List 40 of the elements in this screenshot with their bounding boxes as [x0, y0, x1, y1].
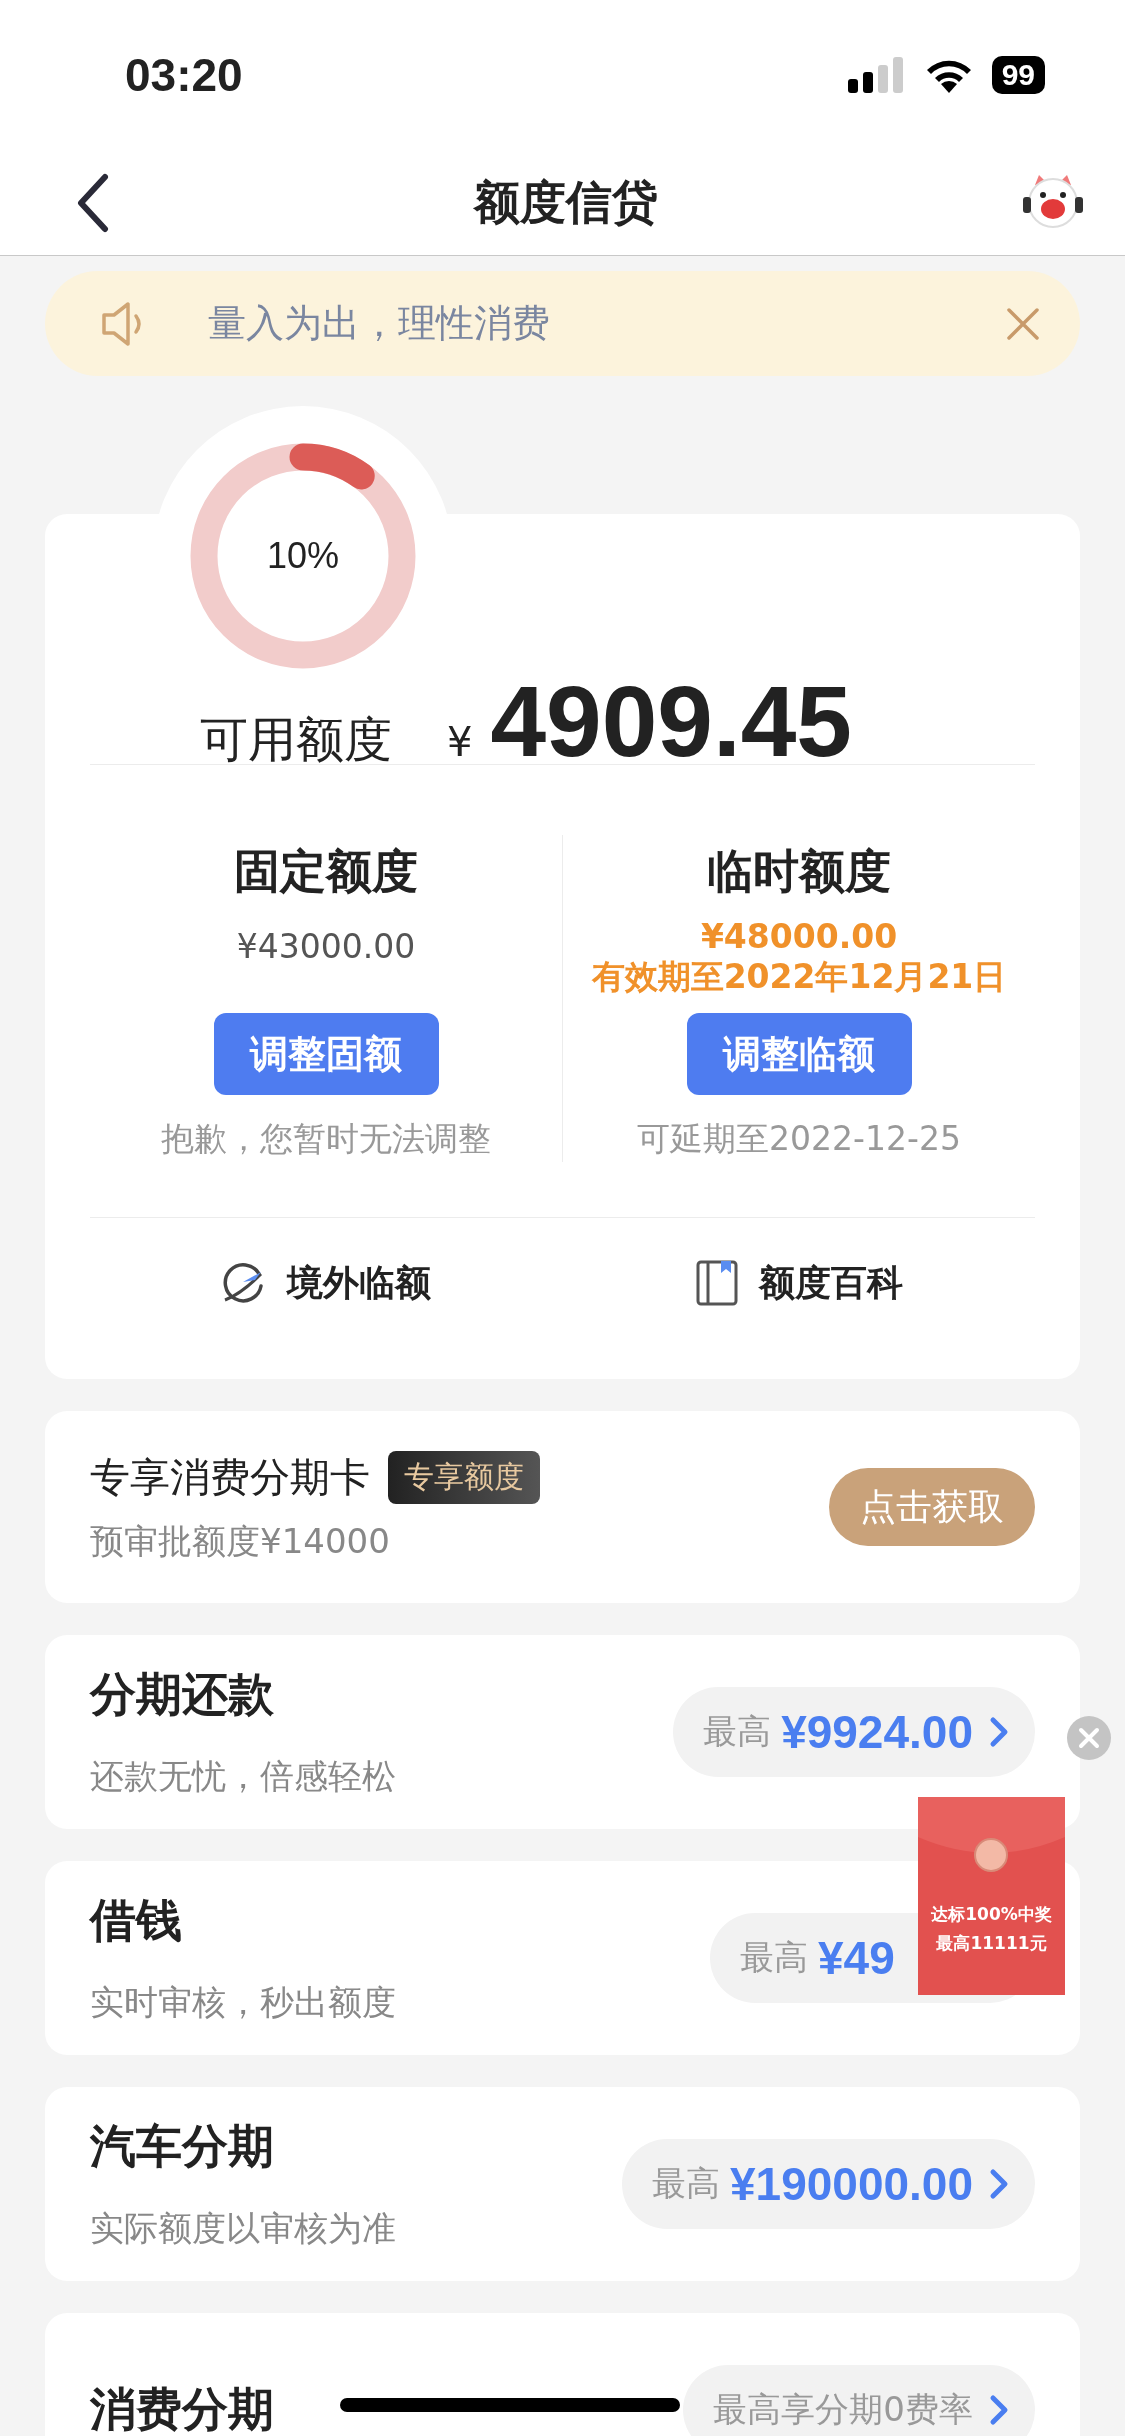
adjust-button[interactable]: 调整临额 — [686, 1013, 912, 1095]
page-title: 额度信贷 — [474, 173, 658, 231]
product-title: 借钱 — [90, 1892, 183, 1949]
available-amount: 4909.45 — [490, 664, 852, 779]
usage-percent: 10% — [266, 535, 340, 577]
product-title: 分期还款 — [90, 1666, 275, 1723]
product-card[interactable]: 汽车分期 实际额度以审核为准 最高 ¥190000.00 — [45, 2087, 1080, 2281]
status-time: 03:20 — [125, 48, 243, 102]
product-card[interactable]: 分期还款 还款无忧，倍感轻松 最高 ¥9924.00 — [45, 1635, 1080, 1829]
promo-subtitle: 预审批额度¥14000 — [90, 1519, 391, 1563]
back-icon[interactable] — [75, 172, 111, 233]
limit-amount: 有效期至2022年12月21日 — [591, 957, 1007, 997]
product-subtitle: 实时审核，秒出额度 — [90, 1981, 396, 2024]
signal-icon — [847, 57, 906, 93]
product-subtitle: 实际额度以审核为准 — [90, 2207, 396, 2250]
limit-note: 可延期至2022-12-25 — [637, 1118, 961, 1160]
battery-indicator: 99 — [991, 56, 1045, 94]
limit-pill[interactable]: 最高享分期0费率 — [683, 2365, 1035, 2436]
limit-amount: ¥43000.00 — [236, 927, 416, 967]
currency-symbol: ¥ — [447, 719, 473, 765]
product-title: 消费分期 — [90, 2381, 274, 2436]
product-title: 汽车分期 — [90, 2118, 275, 2175]
get-button[interactable]: 点击获取 — [829, 1468, 1035, 1546]
limit-note: 抱歉，您暂时无法调整 — [161, 1118, 491, 1160]
limit-pill[interactable]: 最高 ¥9924.00 — [673, 1687, 1035, 1777]
limit-amount: ¥48000.00 — [700, 917, 898, 957]
promo-title: 专享消费分期卡 — [90, 1452, 370, 1502]
limit-title: 固定额度 — [234, 843, 418, 900]
product-subtitle: 还款无忧，倍感轻松 — [90, 1755, 396, 1798]
envelope-ad-popup[interactable]: 达标100%中奖 最高11111元 — [918, 1797, 1065, 1995]
book-icon[interactable] — [694, 1259, 739, 1307]
product-card[interactable]: 消费分期 最高享分期0费率 — [45, 2313, 1080, 2436]
limit-pill[interactable]: 最高 ¥190000.00 — [621, 2139, 1035, 2229]
link-label[interactable]: 境外临额 — [287, 1258, 432, 1308]
limit-title: 临时额度 — [707, 843, 891, 900]
adjust-button[interactable]: 调整固额 — [213, 1013, 439, 1095]
available-label: 可用额度 — [200, 710, 392, 769]
promo-tag: 专享额度 — [388, 1450, 540, 1504]
notice-text: 量入为出，理性消费 — [208, 300, 551, 347]
link-label[interactable]: 额度百科 — [758, 1258, 903, 1308]
